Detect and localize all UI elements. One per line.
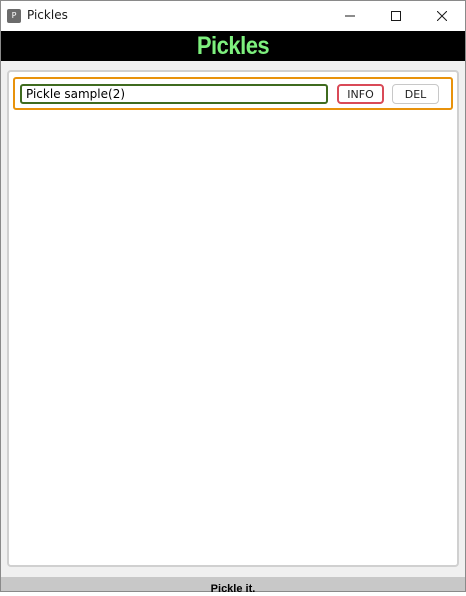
pickle-item-row: INFO DEL (13, 77, 453, 110)
minimize-button[interactable] (327, 1, 373, 31)
footer-text: Pickle it. (210, 583, 256, 595)
window-title: Pickles (27, 8, 68, 22)
maximize-button[interactable] (373, 1, 419, 31)
close-button[interactable] (419, 1, 465, 31)
app-header-title: Pickles (196, 31, 270, 60)
delete-button[interactable]: DEL (392, 84, 439, 104)
app-window: P Pickles Pickles INFO DEL Pi (0, 0, 466, 595)
close-icon (437, 11, 447, 21)
pickle-name-input[interactable] (20, 84, 328, 104)
maximize-icon (391, 11, 401, 21)
minimize-icon (345, 15, 355, 17)
pickle-list-panel: INFO DEL (7, 70, 459, 567)
footer: Pickle it. (1, 577, 465, 595)
app-header: Pickles (1, 31, 465, 61)
info-button[interactable]: INFO (337, 84, 384, 104)
app-icon: P (7, 9, 21, 23)
title-bar[interactable]: P Pickles (1, 1, 465, 31)
